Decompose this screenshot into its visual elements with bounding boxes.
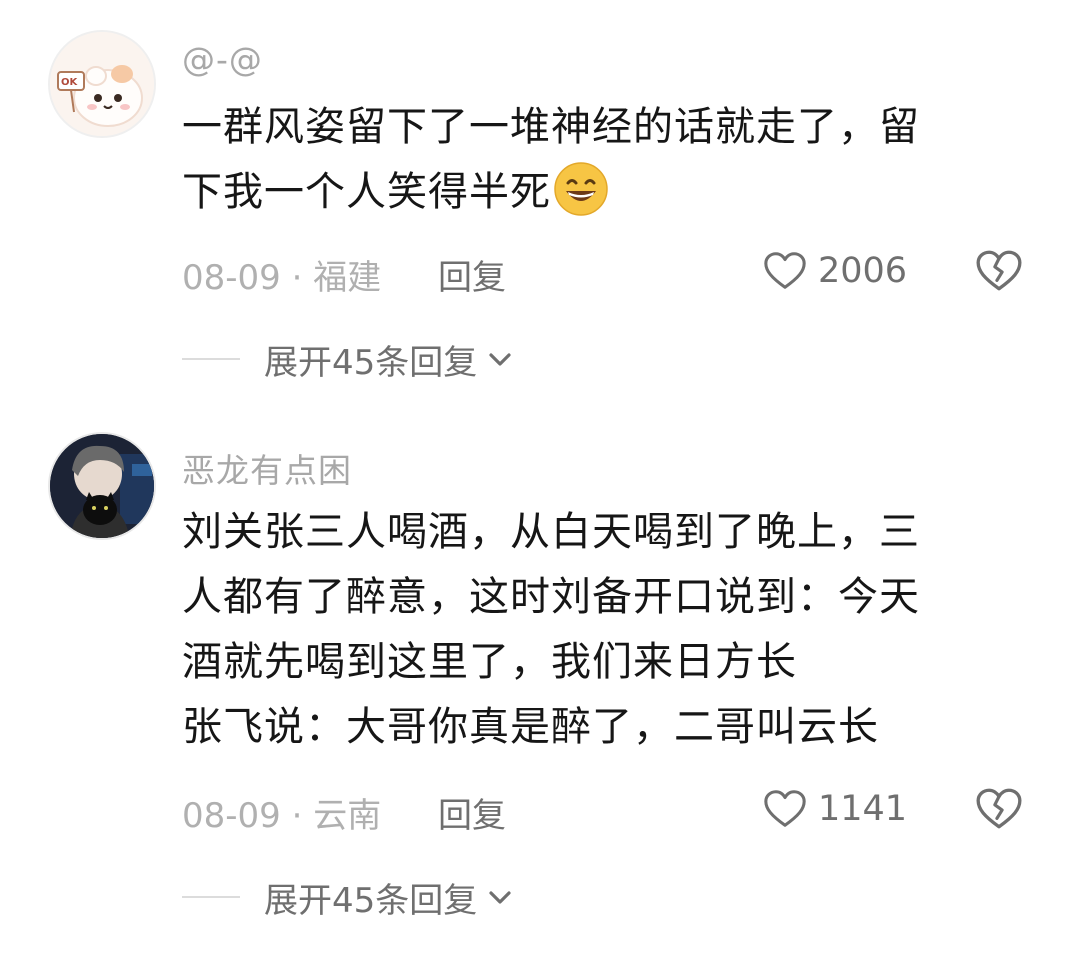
comment-text-segment: 下我一个人笑得半死 [182, 169, 551, 215]
comment-date-location: 08-09 · 福建 [182, 258, 382, 298]
username[interactable]: @-@ [182, 40, 263, 79]
reply-button[interactable]: 回复 [438, 788, 506, 837]
like-button[interactable]: 2006 [762, 246, 907, 296]
like-button[interactable]: 1141 [762, 784, 907, 834]
dislike-button[interactable] [974, 784, 1024, 834]
like-count: 1141 [818, 789, 908, 829]
chevron-down-icon [489, 353, 511, 366]
grinning-face-emoji-icon [554, 162, 608, 216]
expand-replies-button[interactable]: 展开45条回复 [182, 872, 515, 922]
comment-item: 恶龙有点困 刘关张三人喝酒，从白天喝到了晚上，三 人都有了醉意，这时刘备开口说到… [0, 420, 1080, 958]
broken-heart-icon [976, 788, 1022, 829]
comment-date-location: 08-09 · 云南 [182, 796, 382, 836]
reply-button[interactable]: 回复 [438, 250, 506, 299]
cartoon-cat-avatar-icon: OK [50, 32, 154, 136]
divider-dash [182, 896, 240, 898]
user-avatar[interactable]: OK [48, 30, 156, 138]
comment-text-line: 酒就先喝到这里了，我们来日方长 [182, 639, 797, 685]
svg-text:OK: OK [61, 77, 79, 88]
divider-dash [182, 358, 240, 360]
person-with-cat-avatar-icon [50, 434, 154, 538]
expand-replies-label: 展开45条回复 [264, 342, 478, 383]
comment-text-line: 刘关张三人喝酒，从白天喝到了晚上，三 [182, 509, 920, 555]
user-avatar[interactable] [48, 432, 156, 540]
comment-text-line: 一群风姿留下了一堆神经的话就走了，留 [182, 104, 920, 150]
comment-text-line: 张飞说：大哥你真是醉了，二哥叫云长 [182, 704, 879, 750]
username[interactable]: 恶龙有点困 [182, 444, 352, 492]
comment-item: OK @-@ 一群风姿留下了一堆神经的话就走了，留 下我一个人笑得半死 08-0… [0, 0, 1080, 420]
comment-text-line: 下我一个人笑得半死 [182, 160, 1012, 225]
expand-replies-label: 展开45条回复 [264, 880, 478, 921]
chevron-down-icon [489, 891, 511, 904]
comment-text: 刘关张三人喝酒，从白天喝到了晚上，三 人都有了醉意，这时刘备开口说到：今天 酒就… [182, 500, 1012, 760]
like-count: 2006 [818, 251, 908, 291]
expand-replies-button[interactable]: 展开45条回复 [182, 334, 515, 384]
comment-text: 一群风姿留下了一堆神经的话就走了，留 下我一个人笑得半死 [182, 95, 1012, 225]
heart-icon [764, 252, 806, 289]
comment-text-line: 人都有了醉意，这时刘备开口说到：今天 [182, 574, 920, 620]
heart-icon [764, 790, 806, 827]
dislike-button[interactable] [974, 246, 1024, 296]
broken-heart-icon [976, 250, 1022, 291]
comment-meta: 08-09 · 福建 回复 2006 [182, 246, 1042, 299]
comment-meta: 08-09 · 云南 回复 1141 [182, 784, 1042, 837]
